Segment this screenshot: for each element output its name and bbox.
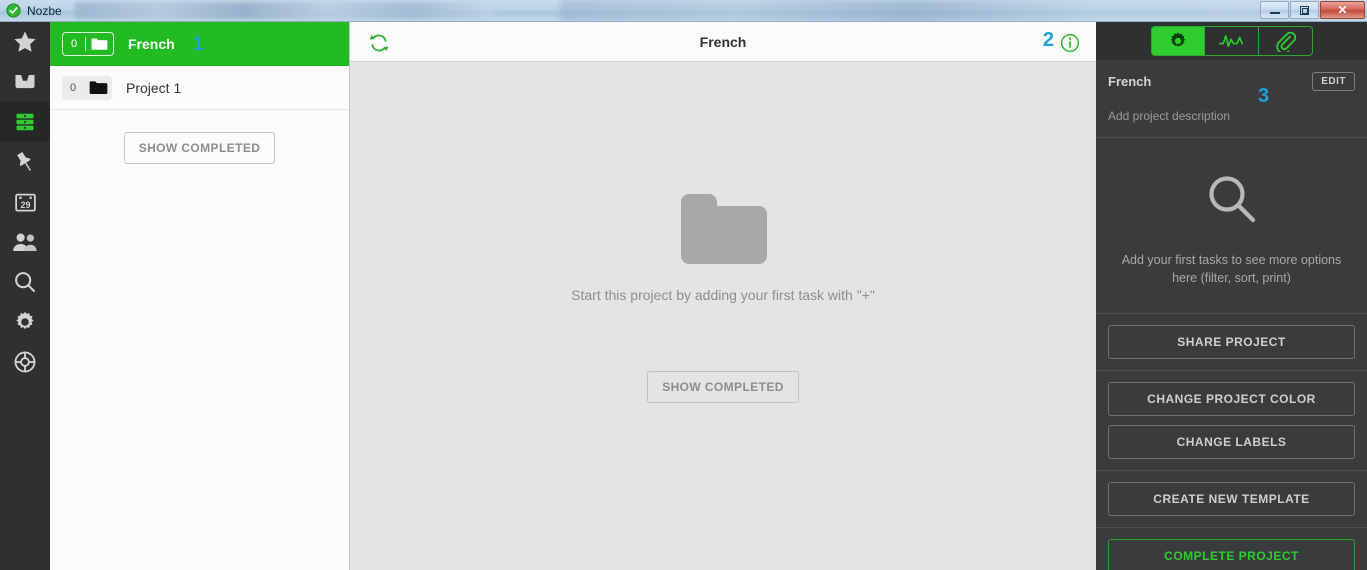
sidebar-item-star[interactable] — [0, 22, 50, 62]
empty-state: Start this project by adding your first … — [350, 62, 1096, 570]
minimize-icon — [1269, 12, 1280, 14]
minimize-button[interactable] — [1260, 1, 1289, 19]
project-name: Project 1 — [126, 79, 182, 96]
calendar-icon: 29 — [14, 193, 36, 212]
sidebar-item-team[interactable] — [0, 222, 50, 262]
project-title: French — [1108, 74, 1152, 89]
annotation-marker-2: 2 — [1042, 29, 1054, 51]
page-title: French — [699, 33, 747, 50]
titlebar-blurred-text — [75, 2, 495, 19]
activity-pulse-icon — [1218, 34, 1244, 48]
gear-icon — [16, 311, 34, 330]
center-show-completed-container: SHOW COMPLETED — [647, 371, 799, 403]
sidebar-item-pin[interactable] — [0, 142, 50, 182]
folder-icon — [84, 80, 112, 95]
pin-icon — [17, 151, 31, 171]
project-description-placeholder[interactable]: Add project description — [1108, 109, 1355, 123]
left-show-completed-container: SHOW COMPLETED — [50, 132, 349, 164]
create-new-template-button[interactable]: CREATE NEW TEMPLATE — [1108, 482, 1355, 517]
tab-settings[interactable] — [1150, 26, 1205, 56]
sidebar-item-inbox[interactable] — [0, 62, 50, 102]
nozbe-app-window: Nozbe ✕ 29 0 French 1 0 Project 1 SHOW C… — [0, 0, 1367, 570]
project-row-french[interactable]: 0 French 1 — [50, 22, 349, 66]
close-icon: ✕ — [1337, 3, 1348, 17]
task-count-badge: 0 — [62, 75, 112, 100]
sidebar-item-settings[interactable] — [0, 302, 50, 342]
complete-section: COMPLETE PROJECT — [1096, 528, 1367, 570]
sidebar-item-projects[interactable] — [0, 102, 50, 142]
show-completed-button[interactable]: SHOW COMPLETED — [123, 132, 276, 164]
sidebar-item-calendar[interactable]: 29 — [0, 182, 50, 222]
complete-project-button[interactable]: COMPLETE PROJECT — [1108, 539, 1355, 570]
search-icon — [1201, 176, 1263, 236]
team-icon — [13, 233, 37, 251]
sidebar-item-search[interactable] — [0, 262, 50, 302]
gear-icon — [1170, 32, 1185, 48]
lifebuoy-icon — [14, 351, 36, 373]
projects-icon — [16, 113, 34, 131]
details-empty-state: Add your first tasks to see more options… — [1096, 138, 1367, 315]
folder-icon — [85, 36, 113, 51]
project-name: French — [128, 35, 175, 52]
annotation-marker-3: 3 — [1258, 85, 1270, 107]
tab-activity[interactable] — [1204, 26, 1259, 56]
folder-icon — [679, 190, 767, 269]
main-nav-rail: 29 — [0, 22, 50, 570]
svg-text:29: 29 — [20, 199, 30, 209]
appearance-section: CHANGE PROJECT COLOR CHANGE LABELS — [1096, 371, 1367, 472]
sync-refresh-icon[interactable] — [368, 32, 390, 59]
main-content-area: French 2 Start this project by adding yo… — [350, 22, 1096, 570]
project-list-panel: 0 French 1 0 Project 1 SHOW COMPLETED — [50, 22, 350, 570]
project-info-header: French 3 EDIT — [1108, 72, 1355, 106]
window-controls: ✕ — [1259, 1, 1365, 19]
show-completed-button[interactable]: SHOW COMPLETED — [647, 371, 799, 403]
change-project-color-button[interactable]: CHANGE PROJECT COLOR — [1108, 382, 1355, 417]
star-icon — [14, 31, 36, 52]
tab-attachments[interactable] — [1258, 26, 1313, 56]
details-empty-text: Add your first tasks to see more options… — [1121, 253, 1342, 286]
task-count-badge: 0 — [62, 31, 114, 56]
inbox-icon — [15, 74, 35, 89]
close-button[interactable]: ✕ — [1320, 1, 1365, 19]
project-info-section: French 3 EDIT Add project description — [1096, 60, 1367, 138]
app-title: Nozbe — [27, 3, 62, 18]
search-icon — [15, 272, 36, 293]
share-section: SHARE PROJECT — [1096, 314, 1367, 372]
edit-button[interactable]: EDIT — [1312, 72, 1355, 91]
paperclip-icon — [1276, 31, 1296, 52]
empty-state-text: Start this project by adding your first … — [571, 287, 875, 303]
task-count: 0 — [70, 37, 78, 50]
content-header: French 2 — [350, 22, 1096, 62]
project-details-panel: French 3 EDIT Add project description Ad… — [1096, 22, 1367, 570]
change-labels-button[interactable]: CHANGE LABELS — [1108, 425, 1355, 460]
task-count: 0 — [69, 81, 77, 94]
share-project-button[interactable]: SHARE PROJECT — [1108, 325, 1355, 360]
titlebar-blurred-background — [560, 0, 1260, 22]
restore-icon — [1300, 5, 1309, 15]
project-row-project-1[interactable]: 0 Project 1 — [50, 66, 349, 110]
annotation-marker-1: 1 — [192, 32, 204, 55]
window-titlebar: Nozbe ✕ — [0, 0, 1367, 22]
info-circle-icon[interactable] — [1060, 33, 1080, 58]
check-circle-icon — [6, 3, 21, 18]
restore-button[interactable] — [1290, 1, 1319, 19]
template-section: CREATE NEW TEMPLATE — [1096, 471, 1367, 529]
details-tabbar — [1096, 22, 1367, 60]
sidebar-item-help[interactable] — [0, 342, 50, 382]
